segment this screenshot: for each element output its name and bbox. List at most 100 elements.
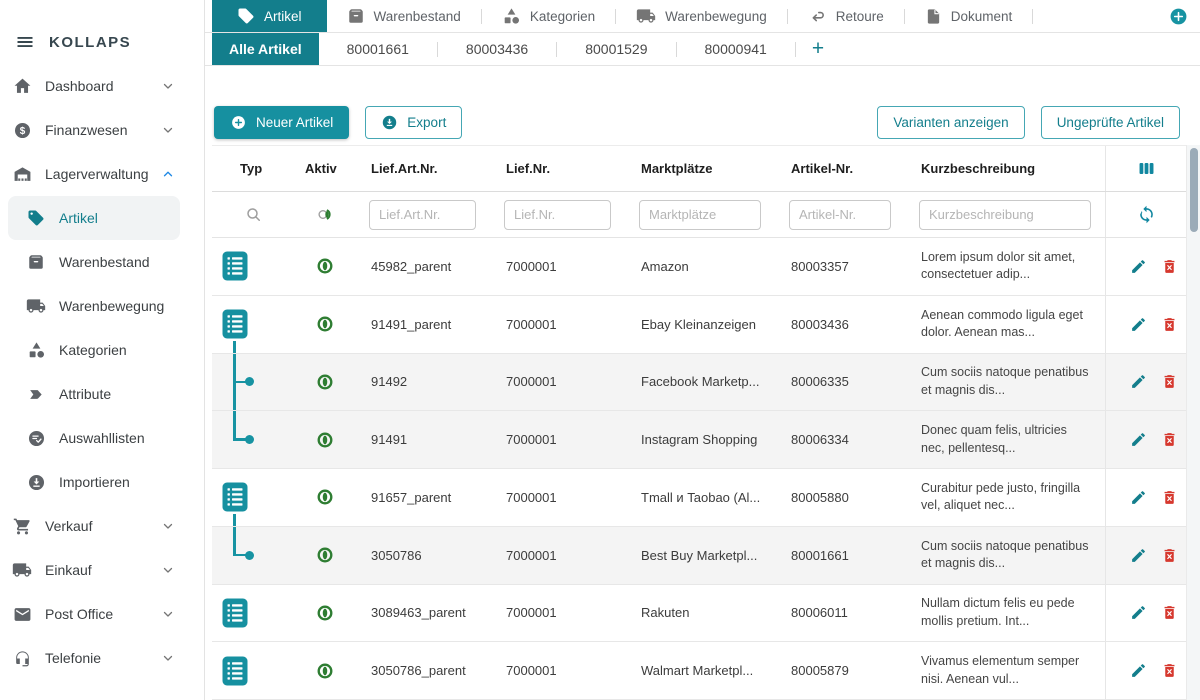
vertical-scrollbar-track[interactable] (1186, 145, 1200, 700)
column-header-typ[interactable]: Typ (212, 146, 295, 191)
new-article-button[interactable]: Neuer Artikel (214, 106, 349, 139)
sidebar-item-attribute[interactable]: Attribute (8, 372, 180, 416)
subtab-80000941[interactable]: 80000941 (677, 33, 795, 65)
actions-cell (1105, 238, 1186, 295)
tab-warenbestand[interactable]: Warenbestand (327, 0, 481, 32)
sidebar-item-artikel[interactable]: Artikel (8, 196, 180, 240)
refresh-icon[interactable] (1137, 205, 1156, 224)
table-row[interactable]: 91657_parent7000001Tmall и Taobao (Al...… (212, 469, 1186, 527)
active-status-icon[interactable] (316, 373, 334, 391)
active-status-icon[interactable] (316, 488, 334, 506)
article-type-parent-icon[interactable] (222, 309, 248, 339)
document-icon (925, 8, 942, 25)
sidebar-item-importieren[interactable]: Importieren (8, 460, 180, 504)
columns-icon[interactable] (1137, 159, 1156, 178)
chevron-down-icon (162, 652, 174, 664)
article-type-parent-icon[interactable] (222, 598, 248, 628)
tag-icon (26, 208, 46, 228)
sidebar-item-warenbestand[interactable]: Warenbestand (8, 240, 180, 284)
sidebar-item-lagerverwaltung[interactable]: Lagerverwaltung (8, 152, 180, 196)
table-row[interactable]: 3050786_parent7000001Walmart Marketpl...… (212, 642, 1186, 700)
sidebar-item-auswahllisten[interactable]: Auswahllisten (8, 416, 180, 460)
tab-warenbewegung[interactable]: Warenbewegung (616, 0, 787, 32)
subtab-80001661[interactable]: 80001661 (319, 33, 437, 65)
typ-cell (212, 354, 295, 411)
edit-pencil-icon[interactable] (1130, 316, 1147, 333)
delete-trash-icon[interactable] (1161, 489, 1178, 506)
tab-artikel[interactable]: Artikel (212, 0, 327, 32)
delete-trash-icon[interactable] (1161, 316, 1178, 333)
edit-pencil-icon[interactable] (1130, 662, 1147, 679)
subtab-80003436[interactable]: 80003436 (438, 33, 556, 65)
sidebar-item-telefonie[interactable]: Telefonie (8, 636, 180, 680)
tag-icon (237, 7, 255, 25)
vertical-scrollbar-thumb[interactable] (1190, 148, 1198, 232)
filter-kurzbeschreibung-input[interactable] (919, 200, 1091, 230)
kurzbeschreibung-cell: Lorem ipsum dolor sit amet, consectetuer… (905, 238, 1105, 295)
chevron-down-icon (162, 80, 174, 92)
export-button[interactable]: Export (365, 106, 462, 139)
sidebar-item-label: Post Office (45, 606, 113, 622)
edit-pencil-icon[interactable] (1130, 547, 1147, 564)
edit-pencil-icon[interactable] (1130, 431, 1147, 448)
sidebar-item-finanzwesen[interactable]: $Finanzwesen (8, 108, 180, 152)
filter-lief-nr-input[interactable] (504, 200, 611, 230)
column-header-artikel-nr[interactable]: Artikel-Nr. (775, 146, 905, 191)
filter-marktplaetze-input[interactable] (639, 200, 761, 230)
tab-label: Artikel (264, 9, 302, 24)
sidebar-item-post-office[interactable]: Post Office (8, 592, 180, 636)
subtab-alle-artikel[interactable]: Alle Artikel (212, 33, 319, 65)
sidebar-item-warenbewegung[interactable]: Warenbewegung (8, 284, 180, 328)
table-row[interactable]: 30507867000001Best Buy Marketpl...800016… (212, 527, 1186, 585)
active-status-icon[interactable] (316, 546, 334, 564)
filter-lief-art-nr-input[interactable] (369, 200, 476, 230)
delete-trash-icon[interactable] (1161, 662, 1178, 679)
filter-artikel-nr-input[interactable] (789, 200, 891, 230)
sidebar-item-label: Kategorien (59, 342, 127, 358)
actions-cell (1105, 469, 1186, 526)
column-header-lief-nr[interactable]: Lief.Nr. (490, 146, 625, 191)
tab-dokument[interactable]: Dokument (905, 0, 1033, 32)
active-status-icon[interactable] (316, 662, 334, 680)
sidebar-item-einkauf[interactable]: Einkauf (8, 548, 180, 592)
search-icon[interactable] (245, 206, 263, 224)
sidebar-item-dashboard[interactable]: Dashboard (8, 64, 180, 108)
column-header-kurzbeschreibung[interactable]: Kurzbeschreibung (905, 146, 1105, 191)
delete-trash-icon[interactable] (1161, 547, 1178, 564)
article-type-parent-icon[interactable] (222, 482, 248, 512)
edit-pencil-icon[interactable] (1130, 489, 1147, 506)
active-status-icon[interactable] (316, 431, 334, 449)
tab-kategorien[interactable]: Kategorien (482, 0, 615, 32)
column-header-aktiv[interactable]: Aktiv (295, 146, 355, 191)
delete-trash-icon[interactable] (1161, 431, 1178, 448)
table-row[interactable]: 914917000001Instagram Shopping80006334Do… (212, 411, 1186, 469)
kurzbeschreibung-cell: Aenean commodo ligula eget dolor. Aenean… (905, 296, 1105, 353)
show-variants-button[interactable]: Varianten anzeigen (877, 106, 1024, 139)
delete-trash-icon[interactable] (1161, 604, 1178, 621)
active-status-icon[interactable] (316, 604, 334, 622)
sidebar-item-verkauf[interactable]: Verkauf (8, 504, 180, 548)
delete-trash-icon[interactable] (1161, 373, 1178, 390)
subtab-80001529[interactable]: 80001529 (557, 33, 675, 65)
unverified-articles-button[interactable]: Ungeprüfte Artikel (1041, 106, 1180, 139)
add-tab-button[interactable] (1169, 0, 1188, 32)
table-row[interactable]: 914927000001Facebook Marketp...80006335C… (212, 354, 1186, 412)
active-filter-toggle-icon[interactable] (317, 206, 334, 223)
active-status-icon[interactable] (316, 257, 334, 275)
article-type-parent-icon[interactable] (222, 251, 248, 281)
delete-trash-icon[interactable] (1161, 258, 1178, 275)
table-row[interactable]: 91491_parent7000001Ebay Kleinanzeigen800… (212, 296, 1186, 354)
menu-icon[interactable] (15, 32, 35, 52)
add-article-tab-button[interactable]: + (796, 33, 840, 65)
article-type-parent-icon[interactable] (222, 656, 248, 686)
edit-pencil-icon[interactable] (1130, 258, 1147, 275)
tab-retoure[interactable]: Retoure (788, 0, 904, 32)
table-row[interactable]: 3089463_parent7000001Rakuten80006011Null… (212, 585, 1186, 643)
table-row[interactable]: 45982_parent7000001Amazon80003357Lorem i… (212, 238, 1186, 296)
active-status-icon[interactable] (316, 315, 334, 333)
column-header-marktplaetze[interactable]: Marktplätze (625, 146, 775, 191)
column-header-lief-art-nr[interactable]: Lief.Art.Nr. (355, 146, 490, 191)
sidebar-item-kategorien[interactable]: Kategorien (8, 328, 180, 372)
edit-pencil-icon[interactable] (1130, 604, 1147, 621)
edit-pencil-icon[interactable] (1130, 373, 1147, 390)
